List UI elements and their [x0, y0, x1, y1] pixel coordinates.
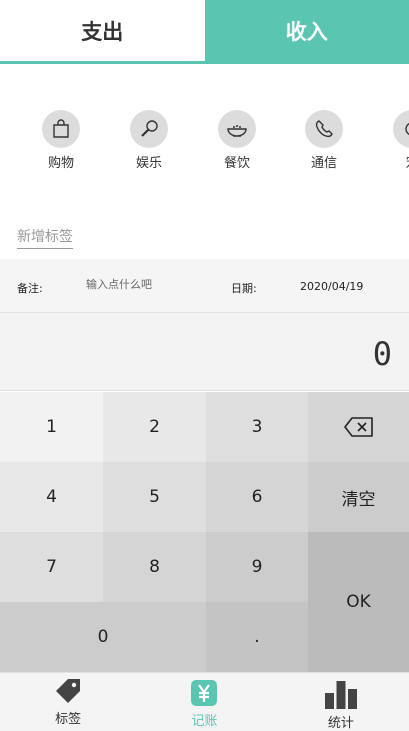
add-tag-link[interactable]: 新增标签 [17, 226, 73, 249]
category-label: 通信 [310, 156, 337, 171]
backspace-button[interactable] [308, 392, 409, 462]
key-9[interactable]: 9 [206, 532, 308, 602]
food-bowl-icon [218, 110, 256, 148]
backspace-icon [343, 417, 373, 437]
key-0[interactable]: 0 [0, 602, 206, 672]
category-label: 宠 [405, 152, 409, 171]
nav-item-tags[interactable]: 标签 [0, 673, 136, 731]
category-label: 餐饮 [223, 156, 250, 171]
key-3[interactable]: 3 [206, 392, 308, 462]
amount-value: 0 [372, 335, 392, 373]
key-1[interactable]: 1 [0, 392, 103, 462]
note-label: 备注: [17, 282, 43, 295]
category-label: 购物 [47, 156, 74, 171]
note-input[interactable] [86, 278, 206, 291]
key-7[interactable]: 7 [0, 532, 103, 602]
key-8[interactable]: 8 [103, 532, 206, 602]
info-bar: 备注: 日期: 2020/04/19 [0, 259, 409, 313]
tab-income[interactable]: 收入 [204, 0, 409, 61]
shopping-bag-icon [42, 110, 80, 148]
category-item-dining[interactable]: 餐饮 [207, 110, 267, 171]
bottom-nav: 标签 记账 统计 [0, 672, 409, 731]
bar-chart-icon [324, 681, 357, 709]
key-6[interactable]: 6 [206, 462, 308, 532]
ok-button[interactable]: OK [308, 532, 409, 672]
nav-label: 记账 [191, 714, 218, 729]
key-dot[interactable]: . [206, 602, 308, 672]
nav-item-statistics[interactable]: 统计 [273, 673, 409, 731]
nav-item-bookkeeping[interactable]: 记账 [136, 673, 272, 731]
category-item-entertainment[interactable]: 娱乐 [119, 110, 179, 171]
date-label: 日期: [231, 282, 257, 295]
phone-icon [305, 110, 343, 148]
category-item-shopping[interactable]: 购物 [31, 110, 91, 171]
number-keypad: 1 2 3 4 5 6 清空 7 8 9 OK 0 . [0, 392, 409, 672]
microphone-icon [130, 110, 168, 148]
category-item-pet[interactable]: 宠 [382, 110, 409, 171]
amount-display: 0 [0, 313, 409, 391]
category-label: 娱乐 [135, 156, 162, 171]
date-value[interactable]: 2020/04/19 [300, 280, 363, 293]
tag-icon [56, 679, 81, 703]
tab-expense[interactable]: 支出 [0, 0, 205, 61]
type-tabs: 支出 收入 [0, 0, 409, 64]
nav-label: 统计 [327, 716, 354, 731]
category-item-telecom[interactable]: 通信 [294, 110, 354, 171]
nav-label: 标签 [55, 712, 82, 727]
clear-button[interactable]: 清空 [308, 462, 409, 532]
pet-icon [393, 110, 409, 148]
key-2[interactable]: 2 [103, 392, 206, 462]
key-4[interactable]: 4 [0, 462, 103, 532]
key-5[interactable]: 5 [103, 462, 206, 532]
yen-icon [191, 680, 218, 706]
category-list: 购物 娱乐 餐饮 通信 宠 [0, 64, 409, 214]
